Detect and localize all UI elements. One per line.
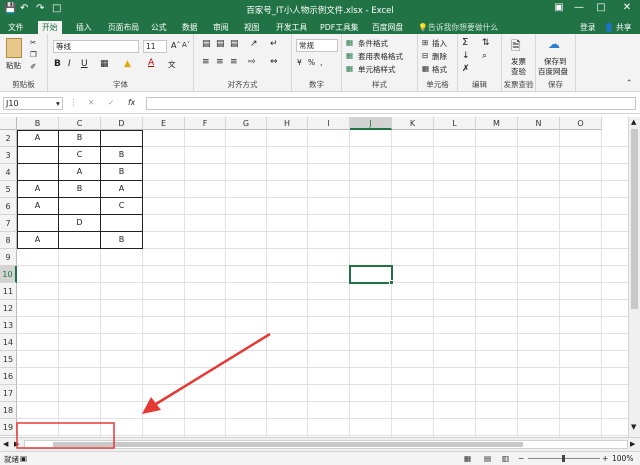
annotation-arrow-line (155, 332, 271, 406)
annotation-overlay (16, 332, 271, 449)
annotation-arrow-head (142, 397, 161, 414)
annotation-highlight-box (16, 422, 115, 449)
